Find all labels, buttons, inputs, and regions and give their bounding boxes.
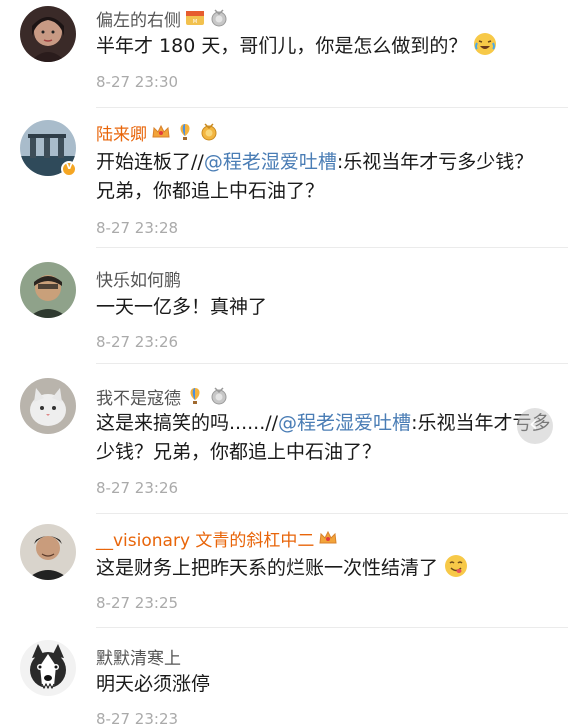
balloon-badge-icon bbox=[175, 122, 195, 142]
username-row: 陆来卿 bbox=[96, 120, 219, 145]
username[interactable]: __visionary 文青的斜杠中二 bbox=[96, 526, 314, 551]
username-row: 偏左的右侧 M bbox=[96, 6, 229, 31]
crown-badge-icon bbox=[318, 528, 338, 548]
avatar[interactable] bbox=[20, 524, 76, 580]
username-row: 快乐如何鹏 bbox=[96, 266, 181, 291]
comment-item: __visionary 文青的斜杠中二 这是财务上把昨天系的烂账一次性结清了 8… bbox=[0, 514, 568, 628]
silver-medal-icon bbox=[209, 8, 229, 28]
avatar[interactable] bbox=[20, 6, 76, 62]
comment-body: 这是财务上把昨天系的烂账一次性结清了 bbox=[96, 557, 439, 579]
username[interactable]: 陆来卿 bbox=[96, 120, 147, 145]
silver-medal-icon bbox=[209, 386, 229, 406]
comment-timestamp: 8-27 23:23 bbox=[96, 710, 179, 728]
comment-timestamp: 8-27 23:26 bbox=[96, 333, 179, 351]
comment-text: 这是财务上把昨天系的烂账一次性结清了 bbox=[96, 554, 551, 583]
comment-timestamp: 8-27 23:28 bbox=[96, 219, 179, 237]
username-row: 我不是寇德 bbox=[96, 384, 229, 409]
yum-emoji-icon bbox=[444, 554, 468, 578]
username-row: __visionary 文青的斜杠中二 bbox=[96, 526, 338, 551]
comment-body-prefix: 这是来搞笑的吗......// bbox=[96, 412, 279, 434]
avatar[interactable] bbox=[20, 378, 76, 434]
gold-medal-icon bbox=[199, 122, 219, 142]
username[interactable]: 快乐如何鹏 bbox=[96, 266, 181, 291]
comment-body: 一天一亿多！真神了 bbox=[96, 296, 268, 318]
comment-body: 明天必须涨停 bbox=[96, 673, 211, 695]
mention-link[interactable]: @程老湿爱吐槽 bbox=[204, 151, 337, 173]
comment-item: 偏左的右侧 M 半年才 180 天，哥们儿，你是怎么做到的？ 8-27 23:3… bbox=[0, 0, 568, 108]
comment-item: 快乐如何鹏 一天一亿多！真神了 8-27 23:26 bbox=[0, 248, 568, 364]
comment-timestamp: 8-27 23:26 bbox=[96, 479, 179, 497]
crying-laughing-emoji-icon bbox=[473, 32, 497, 56]
username[interactable]: 默默清寒上 bbox=[96, 644, 181, 669]
balloon-badge-icon bbox=[185, 386, 205, 406]
avatar[interactable] bbox=[20, 640, 76, 696]
mention-link[interactable]: @程老湿爱吐槽 bbox=[278, 412, 411, 434]
username[interactable]: 我不是寇德 bbox=[96, 384, 181, 409]
comment-text: 开始连板了//@程老湿爱吐槽:乐视当年才亏多少钱？兄弟，你都追上中石油了？ bbox=[96, 148, 551, 206]
comment-timestamp: 8-27 23:30 bbox=[96, 73, 179, 91]
movie-badge-icon: M bbox=[185, 8, 205, 28]
comment-item: 我不是寇德 这是来搞笑的吗......//@程老湿爱吐槽:乐视当年才亏多少钱？兄… bbox=[0, 364, 568, 514]
username[interactable]: 偏左的右侧 bbox=[96, 6, 181, 31]
scroll-back-handle[interactable] bbox=[517, 408, 553, 444]
comment-text: 明天必须涨停 bbox=[96, 670, 551, 699]
comment-text: 半年才 180 天，哥们儿，你是怎么做到的？ bbox=[96, 32, 551, 61]
comment-timestamp: 8-27 23:25 bbox=[96, 594, 179, 612]
avatar[interactable] bbox=[20, 262, 76, 318]
comment-text: 一天一亿多！真神了 bbox=[96, 293, 551, 322]
comment-body-prefix: 开始连板了// bbox=[96, 151, 204, 173]
svg-text:M: M bbox=[193, 19, 197, 25]
comment-item: 默默清寒上 明天必须涨停 8-27 23:23 bbox=[0, 628, 568, 728]
crown-badge-icon bbox=[151, 122, 171, 142]
verified-badge-icon bbox=[61, 161, 77, 177]
comment-text: 这是来搞笑的吗......//@程老湿爱吐槽:乐视当年才亏多少钱？兄弟，你都追上… bbox=[96, 409, 551, 467]
comment-item: 陆来卿 开始连板了//@程老湿爱吐槽:乐视当年才亏多少钱？兄弟，你都追上中石油了… bbox=[0, 108, 568, 248]
username-row: 默默清寒上 bbox=[96, 644, 181, 669]
comment-body: 半年才 180 天，哥们儿，你是怎么做到的？ bbox=[96, 35, 468, 57]
